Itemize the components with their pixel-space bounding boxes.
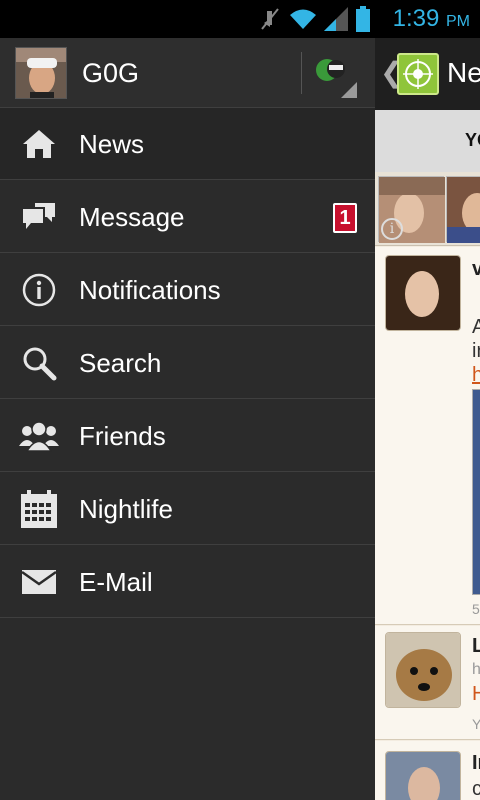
status-avatar-icon bbox=[316, 59, 357, 98]
strip-photo[interactable] bbox=[446, 176, 480, 243]
info-icon bbox=[18, 269, 60, 311]
menu-label-friends: Friends bbox=[79, 421, 166, 451]
menu-label-email: E-Mail bbox=[79, 567, 153, 597]
friends-icon bbox=[18, 415, 60, 457]
feed-timestamp: 5 bbox=[472, 601, 480, 617]
clock-time: 1:39 bbox=[392, 5, 440, 32]
status-clock: 1:39 PM bbox=[393, 4, 470, 37]
wifi-icon bbox=[290, 9, 316, 29]
feed-item[interactable]: Ir c bbox=[375, 741, 480, 800]
feed-image[interactable] bbox=[472, 389, 480, 595]
menu-label-nightlife: Nightlife bbox=[79, 494, 173, 524]
menu-item-email[interactable]: E-Mail bbox=[0, 546, 375, 618]
header-divider bbox=[301, 52, 302, 94]
menu-label-search: Search bbox=[79, 348, 162, 378]
feed-avatar[interactable] bbox=[385, 255, 461, 331]
feed-author[interactable]: Ir bbox=[472, 751, 480, 775]
action-bar: ❮ Ne bbox=[375, 38, 480, 110]
menu-item-nightlife[interactable]: Nightlife bbox=[0, 473, 375, 545]
feed-link[interactable]: h bbox=[472, 363, 480, 387]
username[interactable]: G0G bbox=[82, 56, 139, 90]
feed-text: A bbox=[472, 316, 480, 338]
clock-ampm: PM bbox=[446, 13, 470, 30]
feed-avatar[interactable] bbox=[385, 632, 461, 708]
menu-label-notifications: Notifications bbox=[79, 275, 221, 305]
mute-icon bbox=[261, 8, 279, 30]
online-status-button[interactable] bbox=[309, 50, 357, 98]
feed-text: c bbox=[472, 778, 480, 800]
feed-timestamp: Y bbox=[472, 716, 480, 732]
avatar[interactable] bbox=[15, 47, 67, 99]
unread-badge: 1 bbox=[333, 203, 357, 233]
menu-label-news: News bbox=[79, 129, 145, 159]
menu-item-news[interactable]: News bbox=[0, 108, 375, 180]
feed-text: ir bbox=[472, 340, 480, 362]
envelope-icon bbox=[18, 561, 60, 603]
feed-author[interactable]: v bbox=[472, 257, 480, 281]
feed-item[interactable]: L h H Y bbox=[375, 626, 480, 740]
home-icon bbox=[18, 123, 60, 165]
signal-icon bbox=[324, 7, 348, 31]
drawer-header: G0G bbox=[0, 38, 375, 108]
tab-bar: YO bbox=[375, 110, 480, 172]
feed-item[interactable]: v A ir h 5 bbox=[375, 247, 480, 625]
magnifier-icon bbox=[18, 342, 60, 384]
feed-link[interactable]: H bbox=[472, 682, 480, 706]
feed-subtitle: h bbox=[472, 661, 480, 678]
menu-item-search[interactable]: Search bbox=[0, 327, 375, 399]
navigation-drawer: G0G News Message 1 Notifications Search … bbox=[0, 38, 375, 800]
page-title: Ne bbox=[447, 57, 480, 88]
status-bar: 1:39 PM bbox=[0, 0, 480, 38]
photo-strip: i bbox=[375, 172, 480, 246]
battery-icon bbox=[356, 6, 370, 32]
menu-item-friends[interactable]: Friends bbox=[0, 400, 375, 472]
chat-bubbles-icon bbox=[18, 196, 60, 238]
app-logo-icon[interactable] bbox=[397, 53, 439, 95]
tab-you[interactable]: YO bbox=[465, 130, 480, 151]
menu-item-notifications[interactable]: Notifications bbox=[0, 254, 375, 326]
avatar-image bbox=[16, 48, 66, 98]
feed-avatar[interactable] bbox=[385, 751, 461, 800]
menu-label-message: Message bbox=[79, 202, 185, 232]
status-icons bbox=[258, 6, 370, 32]
calendar-icon bbox=[18, 488, 60, 530]
feed-author[interactable]: L bbox=[472, 634, 480, 658]
info-icon[interactable]: i bbox=[381, 218, 403, 240]
news-panel[interactable]: ❮ Ne YO i bbox=[375, 38, 480, 800]
menu-item-message[interactable]: Message 1 bbox=[0, 181, 375, 253]
